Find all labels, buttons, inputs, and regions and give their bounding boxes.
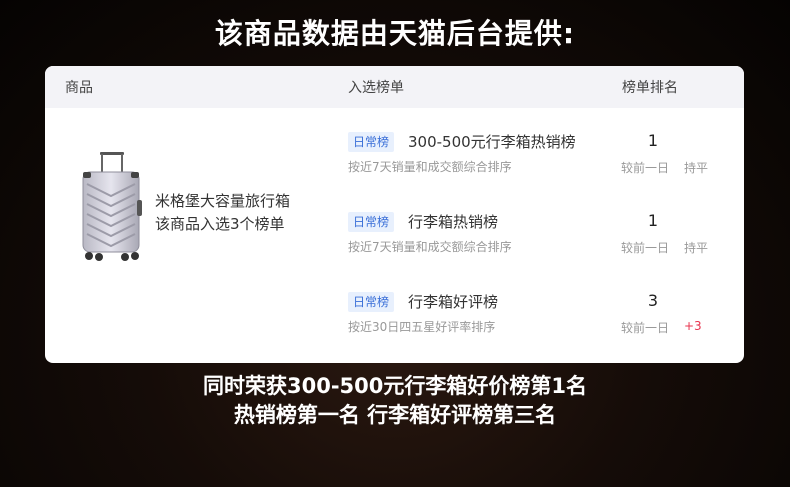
list-tag: 日常榜 [348,212,395,232]
rank-compare-label: 较前一日 [621,241,670,255]
rank-change: 持平 [684,241,709,255]
table-header: 商品 入选榜单 榜单排名 [45,66,744,108]
column-header-product: 商品 [65,80,93,96]
list-tag: 日常榜 [348,132,395,152]
footer-line-1: 同时荣获300-500元行李箱好价榜第1名 [203,374,587,398]
rank-change: 持平 [684,161,709,175]
list-name: 行李箱好评榜 [408,293,499,311]
footer-line-2: 热销榜第一名 行李箱好评榜第三名 [233,403,557,427]
rank-number: 1 [647,131,659,150]
product-name: 米格堡大容量旅行箱 [155,192,291,210]
ranking-row: 日常榜 300-500元行李箱热销榜 按近7天销量和成交额综合排序 1 较前一日… [348,131,728,188]
list-name: 300-500元行李箱热销榜 [408,133,576,151]
list-description: 按近7天销量和成交额综合排序 [348,240,512,254]
rank-compare-label: 较前一日 [621,161,670,175]
rank-number: 1 [647,211,659,230]
rank-change: +3 [684,319,702,333]
product-note: 该商品入选3个榜单 [155,215,285,233]
column-header-list: 入选榜单 [348,80,404,96]
ranking-row: 日常榜 行李箱好评榜 按近30日四五星好评率排序 3 较前一日 +3 [348,291,728,348]
rank-number: 3 [647,291,659,310]
list-description: 按近7天销量和成交额综合排序 [348,160,512,174]
list-tag: 日常榜 [348,292,395,312]
suitcase-icon [77,152,147,264]
product-info: 米格堡大容量旅行箱 该商品入选3个榜单 [155,190,335,236]
list-description: 按近30日四五星好评率排序 [348,320,496,334]
rank-compare-label: 较前一日 [621,321,670,335]
ranking-row: 日常榜 行李箱热销榜 按近7天销量和成交额综合排序 1 较前一日 持平 [348,211,728,268]
ranking-card: 商品 入选榜单 榜单排名 米格堡大容量旅行箱 该商品入选3个榜单 日常榜 300… [45,66,744,363]
page-headline: 该商品数据由天猫后台提供: [214,17,576,50]
list-name: 行李箱热销榜 [408,213,499,231]
column-header-rank: 榜单排名 [622,80,678,96]
footer-summary: 同时荣获300-500元行李箱好价榜第1名 热销榜第一名 行李箱好评榜第三名 [0,372,790,430]
